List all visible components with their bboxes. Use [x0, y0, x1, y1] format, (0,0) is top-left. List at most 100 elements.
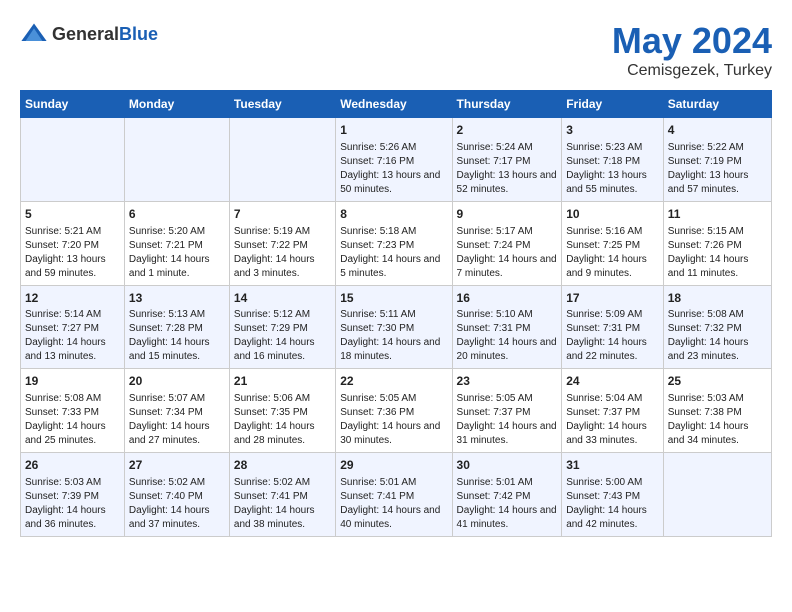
day-number: 12: [25, 290, 120, 307]
day-cell: 3 Sunrise: 5:23 AMSunset: 7:18 PMDaylight…: [562, 118, 664, 202]
day-cell: 31Sunrise: 5:00 AMSunset: 7:43 PMDayligh…: [562, 453, 664, 537]
day-detail: Sunrise: 5:02 AMSunset: 7:40 PMDaylight:…: [129, 476, 225, 532]
day-detail: Sunrise: 5:18 AMSunset: 7:23 PMDaylight:…: [340, 225, 447, 281]
day-number: 24: [566, 373, 659, 390]
day-cell: 6 Sunrise: 5:20 AMSunset: 7:21 PMDaylight…: [124, 201, 229, 285]
day-number: 13: [129, 290, 225, 307]
header-saturday: Saturday: [663, 91, 771, 118]
day-cell: 10 Sunrise: 5:16 AMSunset: 7:25 PMDayligh…: [562, 201, 664, 285]
day-number: 2: [457, 122, 558, 139]
week-row-5: 26 Sunrise: 5:03 AMSunset: 7:39 PMDayligh…: [21, 453, 772, 537]
day-number: 15: [340, 290, 447, 307]
day-detail: Sunrise: 5:23 AMSunset: 7:18 PMDaylight:…: [566, 141, 659, 197]
subtitle: Cemisgezek, Turkey: [612, 62, 772, 80]
day-number: 19: [25, 373, 120, 390]
day-detail: Sunrise: 5:21 AMSunset: 7:20 PMDaylight:…: [25, 225, 120, 281]
day-cell: 27Sunrise: 5:02 AMSunset: 7:40 PMDayligh…: [124, 453, 229, 537]
day-cell: 8 Sunrise: 5:18 AMSunset: 7:23 PMDaylight…: [336, 201, 452, 285]
calendar-header-row: SundayMondayTuesdayWednesdayThursdayFrid…: [21, 91, 772, 118]
day-detail: Sunrise: 5:01 AMSunset: 7:41 PMDaylight:…: [340, 476, 447, 532]
day-cell: [663, 453, 771, 537]
day-number: 22: [340, 373, 447, 390]
day-number: 11: [668, 206, 767, 223]
day-detail: Sunrise: 5:19 AMSunset: 7:22 PMDaylight:…: [234, 225, 331, 281]
day-cell: 23Sunrise: 5:05 AMSunset: 7:37 PMDayligh…: [452, 369, 562, 453]
header-sunday: Sunday: [21, 91, 125, 118]
day-detail: Sunrise: 5:03 AMSunset: 7:39 PMDaylight:…: [25, 476, 120, 532]
day-number: 10: [566, 206, 659, 223]
day-number: 6: [129, 206, 225, 223]
day-cell: 16Sunrise: 5:10 AMSunset: 7:31 PMDayligh…: [452, 285, 562, 369]
day-detail: Sunrise: 5:11 AMSunset: 7:30 PMDaylight:…: [340, 308, 447, 364]
day-cell: 13Sunrise: 5:13 AMSunset: 7:28 PMDayligh…: [124, 285, 229, 369]
day-cell: 29Sunrise: 5:01 AMSunset: 7:41 PMDayligh…: [336, 453, 452, 537]
header-tuesday: Tuesday: [229, 91, 335, 118]
day-detail: Sunrise: 5:02 AMSunset: 7:41 PMDaylight:…: [234, 476, 331, 532]
logo: GeneralBlue: [20, 20, 158, 48]
day-number: 25: [668, 373, 767, 390]
day-number: 7: [234, 206, 331, 223]
day-cell: 1 Sunrise: 5:26 AMSunset: 7:16 PMDaylight…: [336, 118, 452, 202]
day-detail: Sunrise: 5:24 AMSunset: 7:17 PMDaylight:…: [457, 141, 558, 197]
day-cell: 18Sunrise: 5:08 AMSunset: 7:32 PMDayligh…: [663, 285, 771, 369]
day-number: 30: [457, 457, 558, 474]
day-cell: 24 Sunrise: 5:04 AMSunset: 7:37 PMDayligh…: [562, 369, 664, 453]
day-detail: Sunrise: 5:22 AMSunset: 7:19 PMDaylight:…: [668, 141, 767, 197]
day-cell: [21, 118, 125, 202]
day-detail: Sunrise: 5:03 AMSunset: 7:38 PMDaylight:…: [668, 392, 767, 448]
day-detail: Sunrise: 5:09 AMSunset: 7:31 PMDaylight:…: [566, 308, 659, 364]
week-row-2: 5 Sunrise: 5:21 AMSunset: 7:20 PMDaylight…: [21, 201, 772, 285]
day-cell: 2 Sunrise: 5:24 AMSunset: 7:17 PMDaylight…: [452, 118, 562, 202]
day-detail: Sunrise: 5:26 AMSunset: 7:16 PMDaylight:…: [340, 141, 447, 197]
day-detail: Sunrise: 5:08 AMSunset: 7:33 PMDaylight:…: [25, 392, 120, 448]
day-detail: Sunrise: 5:17 AMSunset: 7:24 PMDaylight:…: [457, 225, 558, 281]
day-detail: Sunrise: 5:12 AMSunset: 7:29 PMDaylight:…: [234, 308, 331, 364]
day-number: 14: [234, 290, 331, 307]
day-cell: 12Sunrise: 5:14 AMSunset: 7:27 PMDayligh…: [21, 285, 125, 369]
day-detail: Sunrise: 5:10 AMSunset: 7:31 PMDaylight:…: [457, 308, 558, 364]
logo-general: General: [52, 24, 119, 44]
day-number: 3: [566, 122, 659, 139]
day-detail: Sunrise: 5:04 AMSunset: 7:37 PMDaylight:…: [566, 392, 659, 448]
day-detail: Sunrise: 5:05 AMSunset: 7:36 PMDaylight:…: [340, 392, 447, 448]
day-detail: Sunrise: 5:07 AMSunset: 7:34 PMDaylight:…: [129, 392, 225, 448]
week-row-1: 1 Sunrise: 5:26 AMSunset: 7:16 PMDaylight…: [21, 118, 772, 202]
day-cell: 7 Sunrise: 5:19 AMSunset: 7:22 PMDaylight…: [229, 201, 335, 285]
header-wednesday: Wednesday: [336, 91, 452, 118]
header-friday: Friday: [562, 91, 664, 118]
day-detail: Sunrise: 5:01 AMSunset: 7:42 PMDaylight:…: [457, 476, 558, 532]
day-number: 1: [340, 122, 447, 139]
header-thursday: Thursday: [452, 91, 562, 118]
day-cell: 30 Sunrise: 5:01 AMSunset: 7:42 PMDayligh…: [452, 453, 562, 537]
day-number: 8: [340, 206, 447, 223]
day-detail: Sunrise: 5:05 AMSunset: 7:37 PMDaylight:…: [457, 392, 558, 448]
day-cell: 25 Sunrise: 5:03 AMSunset: 7:38 PMDayligh…: [663, 369, 771, 453]
day-cell: [229, 118, 335, 202]
day-cell: 26 Sunrise: 5:03 AMSunset: 7:39 PMDayligh…: [21, 453, 125, 537]
title-block: May 2024 Cemisgezek, Turkey: [612, 20, 772, 80]
day-cell: 20 Sunrise: 5:07 AMSunset: 7:34 PMDayligh…: [124, 369, 229, 453]
day-cell: 28Sunrise: 5:02 AMSunset: 7:41 PMDayligh…: [229, 453, 335, 537]
day-detail: Sunrise: 5:06 AMSunset: 7:35 PMDaylight:…: [234, 392, 331, 448]
day-cell: 9Sunrise: 5:17 AMSunset: 7:24 PMDaylight…: [452, 201, 562, 285]
logo-icon: [20, 20, 48, 48]
week-row-4: 19 Sunrise: 5:08 AMSunset: 7:33 PMDayligh…: [21, 369, 772, 453]
main-title: May 2024: [612, 20, 772, 62]
day-cell: 19 Sunrise: 5:08 AMSunset: 7:33 PMDayligh…: [21, 369, 125, 453]
day-number: 18: [668, 290, 767, 307]
day-detail: Sunrise: 5:08 AMSunset: 7:32 PMDaylight:…: [668, 308, 767, 364]
day-number: 5: [25, 206, 120, 223]
day-number: 31: [566, 457, 659, 474]
day-cell: 4 Sunrise: 5:22 AMSunset: 7:19 PMDaylight…: [663, 118, 771, 202]
day-number: 21: [234, 373, 331, 390]
day-cell: 22 Sunrise: 5:05 AMSunset: 7:36 PMDayligh…: [336, 369, 452, 453]
logo-blue: Blue: [119, 24, 158, 44]
day-cell: 21 Sunrise: 5:06 AMSunset: 7:35 PMDayligh…: [229, 369, 335, 453]
day-detail: Sunrise: 5:20 AMSunset: 7:21 PMDaylight:…: [129, 225, 225, 281]
day-detail: Sunrise: 5:15 AMSunset: 7:26 PMDaylight:…: [668, 225, 767, 281]
day-number: 26: [25, 457, 120, 474]
day-number: 4: [668, 122, 767, 139]
day-number: 20: [129, 373, 225, 390]
calendar-table: SundayMondayTuesdayWednesdayThursdayFrid…: [20, 90, 772, 537]
day-detail: Sunrise: 5:16 AMSunset: 7:25 PMDaylight:…: [566, 225, 659, 281]
